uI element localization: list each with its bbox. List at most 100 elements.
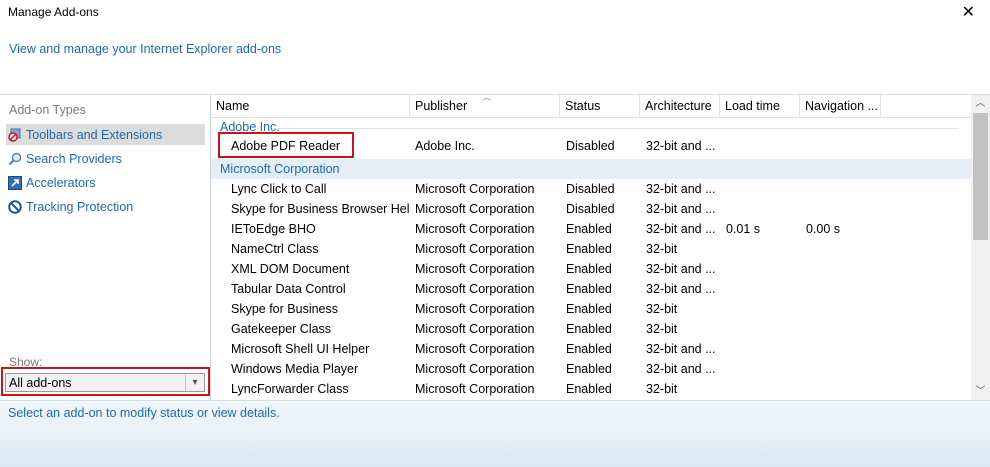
sort-ascending-icon: ︿ [482,95,492,102]
page-subtitle: View and manage your Internet Explorer a… [9,42,282,56]
cell-publisher: Microsoft Corporation [415,222,535,236]
show-dropdown[interactable]: All add-ons ▾ [5,373,205,392]
show-dropdown-value: All add-ons [9,376,72,390]
column-header-load-time[interactable]: Load time [720,95,800,117]
column-header-name[interactable]: Name [211,95,410,117]
cell-status: Enabled [566,382,612,396]
vertical-scrollbar[interactable]: ︿ ﹀ [971,95,990,400]
cell-status: Enabled [566,222,612,236]
cell-status: Disabled [566,182,615,196]
cell-publisher: Microsoft Corporation [415,302,535,316]
cell-status: Enabled [566,302,612,316]
addons-table: Name Publisher ︿ Status Architecture Loa… [211,95,971,400]
table-row[interactable]: Tabular Data Control Microsoft Corporati… [211,279,971,299]
table-row[interactable]: Gatekeeper Class Microsoft Corporation E… [211,319,971,339]
sidebar-item-label: Tracking Protection [26,199,134,214]
table-header: Name Publisher ︿ Status Architecture Loa… [211,95,971,118]
cell-status: Enabled [566,342,612,356]
table-row[interactable]: Microsoft Shell UI Helper Microsoft Corp… [211,339,971,359]
cell-publisher: Microsoft Corporation [415,202,535,216]
cell-status: Disabled [566,202,615,216]
sidebar-item-label: Search Providers [26,151,122,166]
cell-architecture: 32-bit and ... [646,139,716,153]
cell-publisher: Microsoft Corporation [415,242,535,256]
cell-publisher: Microsoft Corporation [415,342,535,356]
cell-name: XML DOM Document [231,262,350,276]
cell-name: Tabular Data Control [231,282,346,296]
accelerator-icon [8,175,22,190]
cell-name: LyncForwarder Class [231,382,349,396]
scrollbar-thumb[interactable] [973,113,988,240]
cell-architecture: 32-bit [646,382,678,396]
table-row[interactable]: Lync Click to Call Microsoft Corporation… [211,179,971,199]
cell-architecture: 32-bit [646,242,678,256]
cell-architecture: 32-bit and ... [646,202,716,216]
cell-name: Gatekeeper Class [231,322,332,336]
column-header-navigation[interactable]: Navigation ... [800,95,881,117]
toolbars-icon [8,128,22,142]
cell-architecture: 32-bit and ... [646,182,716,196]
table-row[interactable]: Adobe PDF Reader Adobe Inc. Disabled 32-… [211,136,971,156]
cell-architecture: 32-bit and ... [646,362,716,376]
cell-name: Windows Media Player [231,362,359,376]
table-row[interactable]: Skype for Business Microsoft Corporation… [211,299,971,319]
sidebar-item-label: Toolbars and Extensions [26,127,163,142]
cell-publisher: Microsoft Corporation [415,282,535,296]
divider [273,128,959,129]
table-row[interactable]: Windows Media Player Microsoft Corporati… [211,359,971,379]
table-row[interactable]: LyncForwarder Class Microsoft Corporatio… [211,379,971,399]
group-header[interactable]: Microsoft Corporation [211,159,971,179]
cell-status: Disabled [566,139,615,153]
window-title: Manage Add-ons [8,5,99,19]
table-row[interactable]: Skype for Business Browser Hel... Micros… [211,199,971,219]
table-row[interactable]: XML DOM Document Microsoft Corporation E… [211,259,971,279]
cell-architecture: 32-bit and ... [646,262,716,276]
cell-name: NameCtrl Class [231,242,319,256]
chevron-down-icon[interactable]: ▾ [185,374,204,391]
sidebar-item-accelerators[interactable]: Accelerators [6,172,205,193]
cell-name: Skype for Business [231,302,338,316]
cell-publisher: Microsoft Corporation [415,262,535,276]
cell-status: Enabled [566,262,612,276]
cell-publisher: Microsoft Corporation [415,362,535,376]
addon-types-label: Add-on Types [9,103,86,117]
details-pane: Select an add-on to modify status or vie… [0,400,990,467]
search-icon [8,152,22,166]
cell-status: Enabled [566,362,612,376]
scroll-up-icon[interactable]: ︿ [971,95,990,112]
cell-name: Lync Click to Call [231,182,327,196]
group-header[interactable]: Adobe Inc. [211,117,971,137]
cell-status: Enabled [566,242,612,256]
cell-name: Skype for Business Browser Hel... [231,202,409,216]
group-name: Microsoft Corporation [220,162,340,176]
cell-load-time: 0.01 s [726,222,761,236]
cell-architecture: 32-bit and ... [646,282,716,296]
cell-architecture: 32-bit and ... [646,342,716,356]
cell-publisher: Microsoft Corporation [415,382,535,396]
cell-name: Adobe PDF Reader [231,139,341,153]
cell-architecture: 32-bit and ... [646,222,716,236]
table-row[interactable]: NameCtrl Class Microsoft Corporation Ena… [211,239,971,259]
title-bar: Manage Add-ons ✕ [0,0,990,28]
show-label: Show: [9,355,43,369]
tracking-protection-icon [8,199,22,214]
scroll-down-icon[interactable]: ﹀ [971,383,990,400]
cell-architecture: 32-bit [646,302,678,316]
sidebar-item-tracking-protection[interactable]: Tracking Protection [6,196,205,217]
cell-status: Enabled [566,282,612,296]
cell-name: Microsoft Shell UI Helper [231,342,370,356]
cell-status: Enabled [566,322,612,336]
sidebar-item-label: Accelerators [26,175,96,190]
sidebar-item-search-providers[interactable]: Search Providers [6,148,205,169]
close-icon[interactable]: ✕ [962,2,975,22]
cell-architecture: 32-bit [646,322,678,336]
table-row[interactable]: IEToEdge BHO Microsoft Corporation Enabl… [211,219,971,239]
cell-navigation: 0.00 s [806,222,841,236]
sidebar-item-toolbars[interactable]: Toolbars and Extensions [6,124,205,145]
group-name: Adobe Inc. [220,120,280,134]
cell-name: IEToEdge BHO [231,222,316,236]
cell-publisher: Adobe Inc. [415,139,475,153]
column-header-status[interactable]: Status [560,95,640,117]
column-header-architecture[interactable]: Architecture [640,95,720,117]
cell-publisher: Microsoft Corporation [415,182,535,196]
